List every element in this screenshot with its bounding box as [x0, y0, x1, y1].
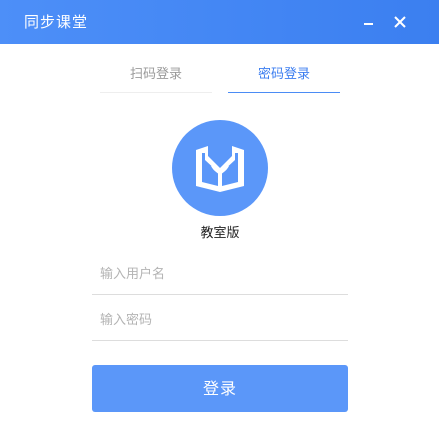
- window-title: 同步课堂: [24, 13, 89, 31]
- username-field[interactable]: [92, 254, 348, 295]
- login-window: 同步课堂 扫码登录 密码登录 教室版 登录: [0, 0, 439, 440]
- edition-label: 教室版: [200, 226, 240, 241]
- title-bar[interactable]: 同步课堂: [0, 0, 439, 44]
- close-button[interactable]: [386, 8, 414, 36]
- password-input[interactable]: [100, 308, 340, 332]
- close-icon: [394, 16, 406, 28]
- minimize-icon: [364, 23, 373, 25]
- minimize-button[interactable]: [355, 8, 383, 36]
- login-button[interactable]: 登录: [92, 365, 348, 412]
- tab-qr-login[interactable]: 扫码登录: [100, 60, 212, 93]
- tab-password-login[interactable]: 密码登录: [228, 60, 340, 93]
- username-input[interactable]: [100, 262, 340, 286]
- app-logo-icon: [172, 120, 268, 216]
- password-field[interactable]: [92, 300, 348, 341]
